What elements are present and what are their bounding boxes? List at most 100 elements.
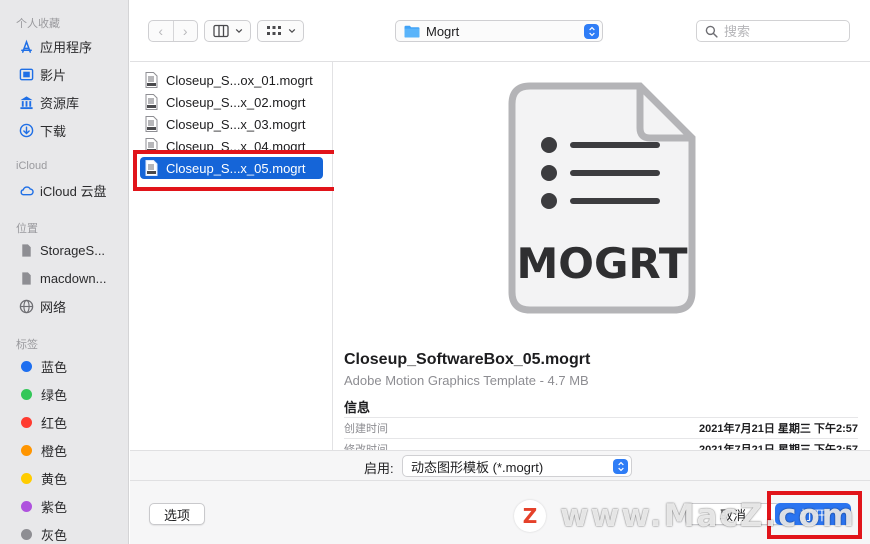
- sidebar-item-label: 绿色: [41, 387, 68, 403]
- tag-dot-icon: [21, 388, 32, 400]
- column-view-button[interactable]: [204, 20, 251, 42]
- sidebar-tag-red[interactable]: 红色: [18, 410, 67, 434]
- sidebar-item-network[interactable]: 网络: [18, 294, 66, 318]
- downloads-icon: [18, 122, 34, 138]
- options-button[interactable]: 选项: [149, 503, 205, 525]
- sidebar-item-downloads[interactable]: 下载: [18, 118, 66, 142]
- locations-header: 位置: [16, 223, 38, 235]
- applications-icon: [18, 38, 34, 54]
- enable-row: 启用: 动态图形模板 (*.mogrt): [130, 450, 870, 480]
- favorites-header: 个人收藏: [16, 18, 60, 30]
- file-list: Closeup_S...ox_01.mogrt Closeup_S...x_02…: [130, 62, 333, 450]
- toolbar: ‹ › Mogrt: [130, 0, 870, 62]
- sidebar-item-label: iCloud 云盘: [40, 183, 107, 199]
- preview-info-header: 信息: [344, 400, 371, 415]
- tag-dot-icon: [21, 528, 32, 540]
- group-view-button[interactable]: [257, 20, 304, 42]
- tag-dot-icon: [21, 444, 32, 456]
- location-folder-name: Mogrt: [426, 23, 460, 39]
- sidebar-item-label: 红色: [41, 415, 68, 431]
- sidebar-item-label: 黄色: [41, 471, 68, 487]
- popup-stepper-icon: [613, 459, 628, 474]
- watermark-text: www.MacZ.com: [560, 498, 857, 534]
- file-name: Closeup_S...x_02.mogrt: [166, 94, 306, 110]
- sidebar-item-icloud-drive[interactable]: iCloud 云盘: [18, 178, 106, 202]
- search-input[interactable]: [724, 23, 834, 39]
- nav-buttons: ‹ ›: [148, 20, 198, 42]
- tag-dot-icon: [21, 500, 32, 512]
- tags-header: 标签: [16, 339, 38, 351]
- file-row[interactable]: Closeup_S...x_03.mogrt: [140, 113, 323, 135]
- document-icon: [18, 270, 34, 286]
- sidebar-item-label: 紫色: [41, 499, 68, 515]
- info-row-modified: 修改时间 2021年7月21日 星期三 下午2:57: [344, 438, 858, 450]
- popup-stepper-icon: [584, 24, 599, 39]
- sidebar-item-storage[interactable]: StorageS...: [18, 238, 105, 262]
- info-row-created: 创建时间 2021年7月21日 星期三 下午2:57: [344, 417, 858, 437]
- watermark-logo-icon: Z: [514, 500, 546, 532]
- sidebar-item-label: 资源库: [40, 95, 80, 111]
- columns-icon: [212, 24, 229, 38]
- icloud-header: iCloud: [16, 160, 48, 172]
- sidebar-item-label: StorageS...: [40, 242, 106, 258]
- sidebar-item-label: 灰色: [41, 527, 68, 543]
- sidebar-item-library[interactable]: 资源库: [18, 90, 79, 114]
- sidebar-tag-purple[interactable]: 紫色: [18, 494, 67, 518]
- info-label: 修改时间: [344, 443, 388, 451]
- info-label: 创建时间: [344, 422, 388, 435]
- sidebar-tag-green[interactable]: 绿色: [18, 382, 67, 406]
- search-icon: [705, 25, 718, 38]
- sidebar-item-label: 网络: [40, 299, 67, 315]
- sidebar-tag-orange[interactable]: 橙色: [18, 438, 67, 462]
- movies-icon: [18, 66, 34, 82]
- file-row[interactable]: Closeup_S...ox_01.mogrt: [140, 69, 323, 91]
- watermark: Z www.MacZ.com: [514, 498, 856, 534]
- chevron-down-icon: [288, 28, 295, 34]
- grid-icon: [266, 26, 281, 35]
- mogrt-document-icon: MOGRT: [508, 82, 696, 314]
- sidebar-tag-gray[interactable]: 灰色: [18, 522, 67, 544]
- file-type-popup[interactable]: 动态图形模板 (*.mogrt): [402, 455, 632, 477]
- back-button[interactable]: ‹: [149, 21, 173, 41]
- location-popup[interactable]: Mogrt: [395, 20, 603, 42]
- chevron-left-icon: ‹: [158, 23, 164, 39]
- sidebar-item-movies[interactable]: 影片: [18, 62, 66, 86]
- preview-file-name: Closeup_SoftwareBox_05.mogrt: [344, 351, 591, 368]
- watermark-logo-letter: Z: [522, 504, 538, 528]
- file-row[interactable]: Closeup_S...x_02.mogrt: [140, 91, 323, 113]
- mogrt-file-icon: [145, 94, 158, 110]
- icon-label-text: MOGRT: [516, 239, 687, 288]
- sidebar: 个人收藏 应用程序 影片 资源库 下载 iCloud iCloud 云盘 位置: [0, 0, 129, 544]
- sidebar-item-macdown[interactable]: macdown...: [18, 266, 106, 290]
- sidebar-item-label: 下载: [40, 123, 67, 139]
- sidebar-item-label: macdown...: [40, 270, 107, 286]
- tag-dot-icon: [21, 472, 32, 484]
- forward-button[interactable]: ›: [172, 21, 198, 41]
- sidebar-tag-yellow[interactable]: 黄色: [18, 466, 67, 490]
- library-icon: [18, 94, 34, 110]
- sidebar-item-label: 应用程序: [40, 39, 93, 55]
- sidebar-item-label: 橙色: [41, 443, 68, 459]
- folder-icon: [404, 25, 420, 37]
- preview-pane: MOGRT Closeup_SoftwareBox_05.mogrt Adobe…: [334, 62, 870, 450]
- mogrt-file-icon: [145, 72, 158, 88]
- sidebar-item-applications[interactable]: 应用程序: [18, 34, 92, 58]
- file-type-value: 动态图形模板 (*.mogrt): [411, 459, 544, 475]
- info-value: 2021年7月21日 星期三 下午2:57: [699, 422, 858, 435]
- sidebar-tag-blue[interactable]: 蓝色: [18, 354, 67, 378]
- file-name: Closeup_S...x_03.mogrt: [166, 116, 306, 132]
- info-value: 2021年7月21日 星期三 下午2:57: [699, 443, 858, 451]
- file-name: Closeup_S...ox_01.mogrt: [166, 72, 313, 88]
- search-field[interactable]: [696, 20, 850, 42]
- annotation-highlight-box: [133, 150, 338, 191]
- document-icon: [18, 242, 34, 258]
- enable-label: 启用:: [364, 461, 394, 476]
- network-icon: [18, 298, 34, 314]
- tag-dot-icon: [21, 360, 32, 372]
- icloud-icon: [18, 182, 34, 198]
- chevron-right-icon: ›: [182, 23, 188, 39]
- sidebar-item-label: 蓝色: [41, 359, 68, 375]
- chevron-down-icon: [235, 28, 242, 34]
- tag-dot-icon: [21, 416, 32, 428]
- sidebar-item-label: 影片: [40, 67, 67, 83]
